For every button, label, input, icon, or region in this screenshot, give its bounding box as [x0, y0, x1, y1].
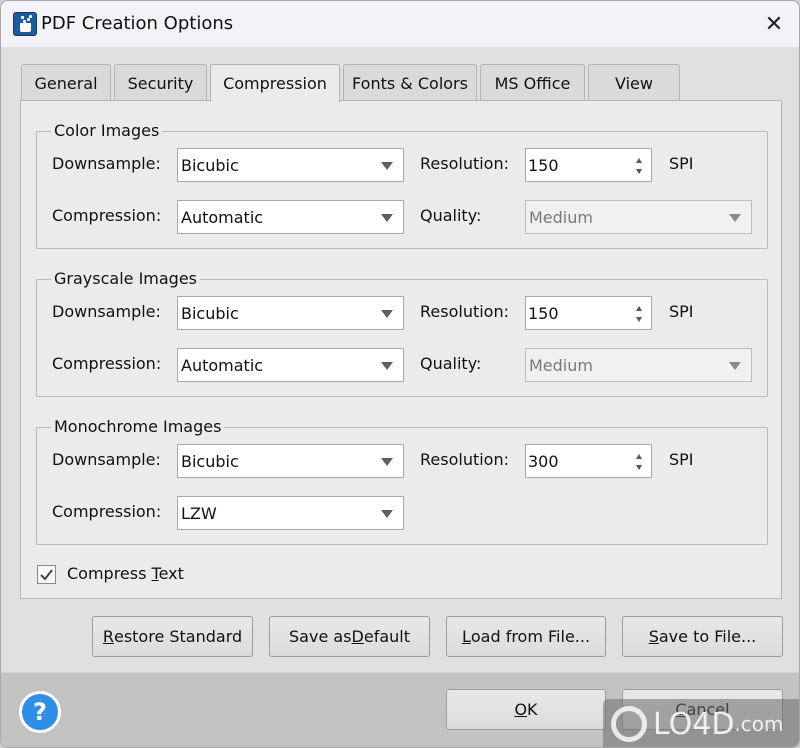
compression-label: Compression: [52, 354, 162, 373]
grayscale-quality-select: Medium [525, 348, 752, 382]
select-value: Bicubic [181, 304, 239, 323]
select-value: Automatic [181, 208, 264, 227]
load-from-file-button[interactable]: Load from File... [446, 616, 606, 657]
ok-button[interactable]: OK [446, 689, 606, 730]
grayscale-compression-select[interactable]: Automatic [177, 348, 404, 382]
spin-down-icon[interactable] [636, 317, 642, 322]
grayscale-resolution-spinner[interactable]: 150 [525, 296, 652, 330]
color-downsample-select[interactable]: Bicubic [177, 148, 404, 182]
compress-text-checkbox[interactable] [37, 565, 56, 584]
monochrome-resolution-spinner[interactable]: 300 [525, 444, 652, 478]
color-quality-select: Medium [525, 200, 752, 234]
downsample-label: Downsample: [52, 302, 161, 321]
tab-compression[interactable]: Compression [210, 64, 340, 102]
resolution-label: Resolution: [420, 154, 509, 173]
monochrome-images-group: Monochrome Images Downsample: Bicubic Co… [36, 417, 768, 545]
spin-up-icon[interactable] [636, 454, 642, 459]
dropdown-arrow-icon [381, 214, 393, 222]
select-value: Automatic [181, 356, 264, 375]
spin-down-icon[interactable] [636, 465, 642, 470]
spi-unit-label: SPI [669, 154, 694, 173]
resolution-label: Resolution: [420, 450, 509, 469]
select-value: Medium [529, 356, 593, 375]
grayscale-images-group: Grayscale Images Downsample: Bicubic Com… [36, 269, 768, 397]
monochrome-downsample-select[interactable]: Bicubic [177, 444, 404, 478]
tab-bar: General Security Compression Fonts & Col… [21, 64, 683, 102]
color-images-group: Color Images Downsample: Bicubic Compres… [36, 121, 768, 249]
dropdown-arrow-icon [381, 458, 393, 466]
help-button[interactable]: ? [19, 691, 61, 733]
group-legend: Monochrome Images [51, 417, 225, 437]
group-legend: Grayscale Images [51, 269, 201, 289]
spin-down-icon[interactable] [636, 169, 642, 174]
spi-unit-label: SPI [669, 302, 694, 321]
spinner-value: 150 [528, 304, 559, 323]
save-as-default-button[interactable]: Save as Default [269, 616, 430, 657]
dropdown-arrow-icon [381, 510, 393, 518]
compression-panel: Color Images Downsample: Bicubic Compres… [20, 100, 782, 599]
close-icon: ✕ [764, 11, 784, 37]
checkmark-icon [40, 569, 53, 581]
monochrome-compression-select[interactable]: LZW [177, 496, 404, 530]
spin-up-icon[interactable] [636, 306, 642, 311]
color-resolution-spinner[interactable]: 150 [525, 148, 652, 182]
dropdown-arrow-icon [381, 362, 393, 370]
downsample-label: Downsample: [52, 154, 161, 173]
compress-text-label[interactable]: Compress Text [67, 564, 184, 584]
window-title: PDF Creation Options [41, 13, 234, 34]
lo4d-watermark: LO4D .com [603, 699, 799, 747]
dropdown-arrow-icon [381, 310, 393, 318]
spin-up-icon[interactable] [636, 158, 642, 163]
select-value: Medium [529, 208, 593, 227]
watermark-suffix: .com [734, 712, 784, 736]
help-icon: ? [33, 698, 47, 726]
dropdown-arrow-icon [729, 214, 741, 222]
tab-fonts-colors[interactable]: Fonts & Colors [343, 64, 477, 101]
app-icon [13, 12, 37, 36]
tab-general[interactable]: General [21, 64, 111, 101]
tab-security[interactable]: Security [114, 64, 207, 101]
group-legend: Color Images [51, 121, 163, 141]
save-to-file-button[interactable]: Save to File... [622, 616, 783, 657]
dropdown-arrow-icon [381, 162, 393, 170]
compression-label: Compression: [52, 206, 162, 225]
lo4d-logo-icon [611, 706, 647, 742]
close-button[interactable]: ✕ [759, 9, 789, 39]
title-bar: PDF Creation Options ✕ [1, 1, 799, 47]
quality-label: Quality: [420, 206, 482, 225]
watermark-text: LO4D [653, 706, 735, 742]
select-value: Bicubic [181, 452, 239, 471]
downsample-label: Downsample: [52, 450, 161, 469]
spi-unit-label: SPI [669, 450, 694, 469]
tab-view[interactable]: View [588, 64, 680, 101]
color-compression-select[interactable]: Automatic [177, 200, 404, 234]
tab-ms-office[interactable]: MS Office [480, 64, 585, 101]
pdf-creation-options-dialog: PDF Creation Options ✕ General Security … [0, 0, 800, 748]
grayscale-downsample-select[interactable]: Bicubic [177, 296, 404, 330]
quality-label: Quality: [420, 354, 482, 373]
select-value: LZW [181, 504, 217, 523]
compression-label: Compression: [52, 502, 162, 521]
spinner-value: 150 [528, 156, 559, 175]
select-value: Bicubic [181, 156, 239, 175]
spinner-value: 300 [528, 452, 559, 471]
dropdown-arrow-icon [729, 362, 741, 370]
restore-standard-button[interactable]: Restore Standard [92, 616, 253, 657]
resolution-label: Resolution: [420, 302, 509, 321]
